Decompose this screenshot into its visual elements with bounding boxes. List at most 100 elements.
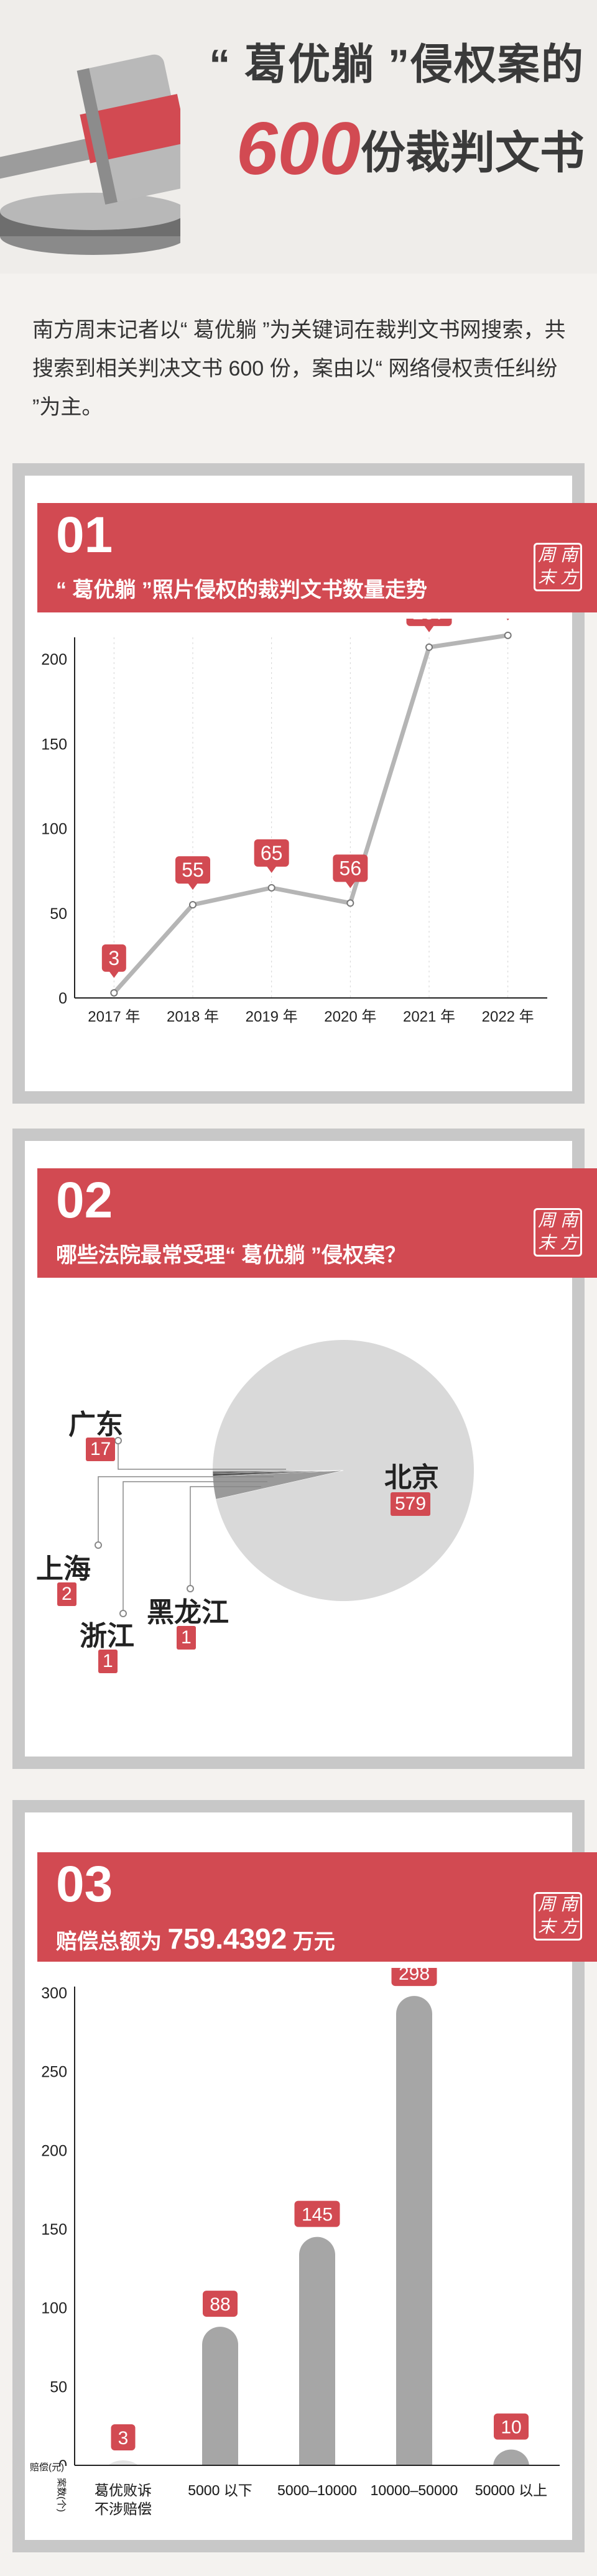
x-tick-label: 2020 年 bbox=[324, 1009, 376, 1025]
data-label: 298 bbox=[391, 1968, 437, 1987]
data-label: 10 bbox=[494, 2413, 529, 2440]
x-tick-label: 10000–50000 bbox=[371, 2482, 458, 2498]
pie-label-guangdong: 广东 bbox=[68, 1410, 123, 1440]
y-tick-label: 150 bbox=[41, 2221, 67, 2238]
pie-label-zhejiang: 浙江 bbox=[80, 1621, 134, 1651]
y-axis-title: 案数(个) bbox=[56, 2478, 67, 2512]
x-tick-label: 2017 年 bbox=[88, 1009, 140, 1025]
y-tick-label: 50 bbox=[50, 2378, 67, 2396]
data-point bbox=[110, 989, 118, 997]
header: “ 葛优躺 ”侵权案的 600份裁判文书 bbox=[0, 0, 597, 274]
pie-value-heilongjiang: 1 bbox=[177, 1626, 196, 1650]
pie-label-beijing: 北京 bbox=[384, 1462, 439, 1493]
section-number: 02 bbox=[56, 1172, 113, 1229]
data-label-text: 207 bbox=[412, 619, 445, 624]
data-label: 3 bbox=[111, 2424, 136, 2450]
data-label-pointer bbox=[424, 625, 434, 632]
compensation-total: 759.4392 bbox=[167, 1923, 287, 1955]
section-subtitle: “ 葛优躺 ”照片侵权的裁判文书数量走势 bbox=[56, 578, 427, 602]
data-label-text: 145 bbox=[302, 2205, 333, 2225]
data-label-text: 3 bbox=[118, 2428, 129, 2449]
section-number: 01 bbox=[56, 507, 113, 563]
section-03: 03 赔偿总额为 759.4392 万元 周南末方 05010015020025… bbox=[12, 1800, 597, 2552]
section-03-card: 03 赔偿总额为 759.4392 万元 周南末方 05010015020025… bbox=[25, 1812, 597, 2540]
y-tick-label: 0 bbox=[58, 990, 67, 1007]
data-point bbox=[425, 643, 433, 651]
section-02-card: 02 哪些法院最常受理“ 葛优躺 ”侵权案？ 周南末方 北京 579 广东 17… bbox=[25, 1141, 597, 1757]
data-label-text: 10 bbox=[501, 2417, 521, 2438]
data-label-text: 88 bbox=[210, 2294, 230, 2315]
x-tick-label: 50000 以上 bbox=[475, 2482, 547, 2498]
data-label: 214 bbox=[506, 619, 509, 621]
data-point bbox=[504, 631, 512, 639]
pie-label-heilongjiang: 黑龙江 bbox=[147, 1597, 229, 1628]
pie-value-guangdong: 17 bbox=[86, 1438, 116, 1461]
section-02: 02 哪些法院最常受理“ 葛优躺 ”侵权案？ 周南末方 北京 579 广东 17… bbox=[12, 1129, 597, 1769]
y-tick-label: 100 bbox=[41, 821, 67, 838]
data-label: 56 bbox=[333, 854, 368, 889]
southern-weekly-stamp-icon: 周南末方 bbox=[534, 543, 582, 591]
y-tick-label: 100 bbox=[41, 2300, 67, 2317]
data-label: 55 bbox=[175, 856, 210, 890]
section-02-banner: 02 哪些法院最常受理“ 葛优躺 ”侵权案？ 周南末方 bbox=[37, 1168, 597, 1278]
data-label: 3 bbox=[101, 944, 126, 978]
data-label-text: 65 bbox=[261, 842, 283, 864]
series-line bbox=[112, 633, 509, 995]
y-tick-label: 150 bbox=[41, 736, 67, 753]
data-label-pointer bbox=[506, 619, 509, 621]
x-tick-label: 2021 年 bbox=[403, 1009, 455, 1025]
section-number: 03 bbox=[56, 1856, 113, 1913]
data-label: 88 bbox=[203, 2291, 238, 2317]
pie-label-shanghai: 上海 bbox=[36, 1554, 91, 1584]
data-label: 145 bbox=[294, 2200, 340, 2227]
section-01: 01 “ 葛优躺 ”照片侵权的裁判文书数量走势 周南末方 0 50 100 150 20… bbox=[12, 463, 597, 1104]
page-title-line2: 600份裁判文书 bbox=[149, 106, 585, 192]
x-tick-label: 葛优败诉 bbox=[95, 2482, 152, 2498]
data-label-pointer bbox=[266, 866, 277, 873]
data-point bbox=[346, 899, 354, 907]
data-label-text: 56 bbox=[340, 857, 362, 879]
section-subtitle: 哪些法院最常受理“ 葛优躺 ”侵权案？ bbox=[56, 1244, 406, 1267]
data-label: 65 bbox=[254, 839, 289, 873]
x-tick-label: 5000 以下 bbox=[188, 2482, 252, 2498]
x-tick-label: 2022 年 bbox=[482, 1009, 534, 1025]
pie-value-zhejiang: 1 bbox=[98, 1650, 118, 1673]
bar-chart: 050100150200250300赔偿(元)案数(个)3葛优败诉不涉赔偿885… bbox=[25, 1968, 560, 2517]
section-03-banner: 03 赔偿总额为 759.4392 万元 周南末方 bbox=[37, 1852, 597, 1962]
intro-text: 南方周末记者以“ 葛优躺 ”为关键词在裁判文书网搜索，共搜索到相关判决文书 60… bbox=[32, 318, 566, 419]
data-label-text: 3 bbox=[108, 947, 119, 969]
data-label-pointer bbox=[109, 971, 119, 978]
pie-value-shanghai: 2 bbox=[57, 1582, 76, 1606]
title-rest: 份裁判文书 bbox=[360, 128, 585, 178]
y-tick-label: 250 bbox=[41, 2064, 67, 2081]
section-01-card: 01 “ 葛优躺 ”照片侵权的裁判文书数量走势 周南末方 0 50 100 150 20… bbox=[25, 476, 597, 1091]
leader-dot bbox=[95, 1541, 102, 1549]
data-point bbox=[267, 884, 275, 892]
y-tick-label: 200 bbox=[41, 2142, 67, 2159]
pie-value-beijing: 579 bbox=[391, 1492, 431, 1516]
y-tick-label: 200 bbox=[41, 651, 67, 668]
page-title: “ 葛优躺 ”侵权案的 bbox=[209, 41, 585, 88]
title-number: 600 bbox=[236, 107, 361, 190]
data-label-text: 55 bbox=[182, 859, 204, 881]
x-tick-label: 不涉赔偿 bbox=[95, 2501, 152, 2517]
data-point bbox=[189, 901, 197, 909]
x-axis-title: 赔偿(元) bbox=[30, 2462, 64, 2473]
bar bbox=[202, 2327, 238, 2483]
data-label-text: 298 bbox=[399, 1968, 430, 1984]
y-tick-label: 300 bbox=[41, 1985, 67, 2002]
x-tick-label: 5000–10000 bbox=[277, 2482, 357, 2498]
section-01-banner: 01 “ 葛优躺 ”照片侵权的裁判文书数量走势 周南末方 bbox=[37, 503, 597, 612]
x-tick-label: 2018 年 bbox=[167, 1009, 219, 1025]
bar bbox=[396, 1996, 432, 2483]
data-label-pointer bbox=[188, 883, 198, 890]
x-tick-label: 2019 年 bbox=[246, 1009, 298, 1025]
line-chart: 0 50 100 150 200 2017 年 2018 年 2019 年 2020 年 2021… bbox=[41, 619, 547, 1025]
pie-chart bbox=[95, 1340, 474, 1617]
section-subtitle: 赔偿总额为 759.4392 万元 bbox=[56, 1923, 335, 1955]
southern-weekly-stamp-icon: 周南末方 bbox=[534, 1208, 582, 1257]
bar bbox=[299, 2237, 335, 2483]
data-label: 207 bbox=[406, 619, 452, 632]
y-tick-label: 50 bbox=[50, 905, 67, 923]
southern-weekly-stamp-icon: 周南末方 bbox=[534, 1892, 582, 1941]
